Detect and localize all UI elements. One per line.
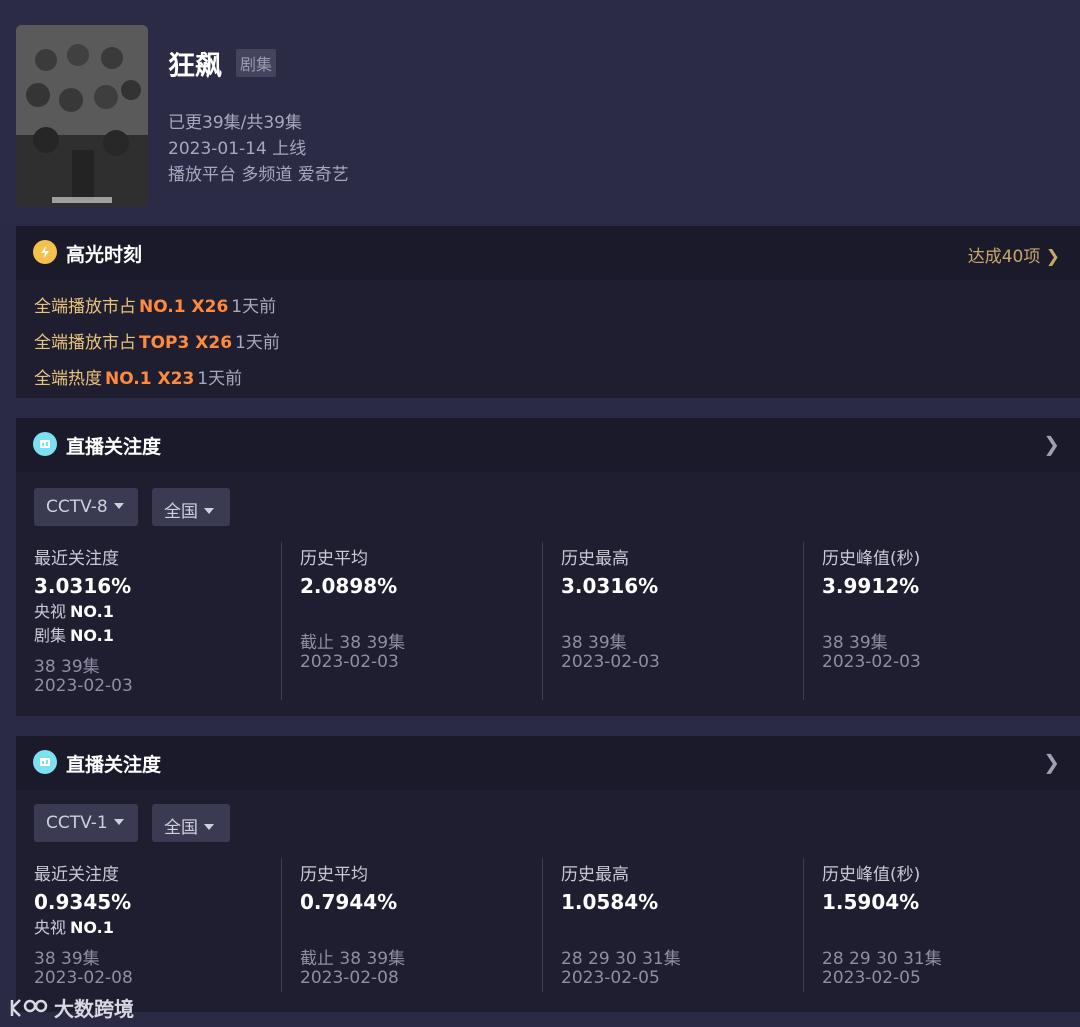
region-dropdown[interactable]: 全国 [152,804,230,842]
stat-episode: 28 29 30 31集 [561,949,681,969]
stat-label: 最近关注度 [34,549,119,569]
rank-cctv: 央视 NO.1 [34,602,114,621]
chevron-right-icon[interactable]: ❯ [1043,750,1060,774]
stat-date: 2023-02-05 [822,968,921,988]
live-attention-panel-1: 直播关注度 ❯ CCTV-8 全国 最近关注度 3.0316% 央视 NO.1 剧… [16,418,1080,716]
show-title: 狂飙 [168,51,222,82]
stat-episode: 38 39集 [34,657,100,677]
chevron-right-icon[interactable]: ❯ [1043,432,1060,456]
stat-label: 历史最高 [561,865,629,885]
platforms: 播放平台 多频道 爱奇艺 [168,165,349,185]
stat-value: 3.0316% [34,574,132,598]
highlights-header: 高光时刻 达成40项 ❯ [16,226,1080,280]
live-attention-title: 直播关注度 [66,754,162,776]
highlight-item: 全端热度 NO.1 X23 1天前 [34,369,243,389]
tv-icon [33,432,57,456]
caret-down-icon [204,824,214,830]
channel-dropdown[interactable]: CCTV-1 [34,804,138,842]
highlight-item: 全端播放市占 TOP3 X26 1天前 [34,333,280,353]
stat-label: 历史平均 [300,865,368,885]
highlights-title: 高光时刻 [66,244,143,266]
history-highest-stat: 历史最高 1.0584% 28 29 30 31集 2023-02-05 [542,858,803,992]
watermark-logo-icon [10,998,48,1017]
highlight-item: 全端播放市占 NO.1 X26 1天前 [34,297,277,317]
history-average-stat: 历史平均 0.7944% 截止 38 39集 2023-02-08 [281,858,542,992]
stat-value: 0.7944% [300,890,398,914]
history-peak-stat: 历史峰值(秒) 1.5904% 28 29 30 31集 2023-02-05 [803,858,1064,992]
region-dropdown[interactable]: 全国 [152,488,230,526]
live-attention-panel-2: 直播关注度 ❯ CCTV-1 全国 最近关注度 0.9345% 央视 NO.1 3… [16,736,1080,1012]
stat-label: 历史平均 [300,549,368,569]
episode-count: 已更39集/共39集 [168,113,302,133]
caret-down-icon [113,503,124,509]
channel-dropdown[interactable]: CCTV-8 [34,488,138,526]
rank-drama: 剧集 NO.1 [34,626,114,645]
live-attention-header: 直播关注度 ❯ [16,736,1080,790]
stat-value: 3.9912% [822,574,920,598]
stat-label: 历史最高 [561,549,629,569]
watermark: 大数跨境 [8,993,134,1022]
live-attention-title: 直播关注度 [66,436,162,458]
stat-value: 1.5904% [822,890,920,914]
history-average-stat: 历史平均 2.0898% 截止 38 39集 2023-02-03 [281,542,542,700]
stat-date: 2023-02-03 [300,652,399,672]
stat-episode: 38 39集 [34,949,100,969]
stat-value: 0.9345% [34,890,132,914]
watermark-text: 大数跨境 [54,997,134,1021]
live-attention-header: 直播关注度 ❯ [16,418,1080,472]
tv-icon [33,750,57,774]
stat-date: 2023-02-05 [561,968,660,988]
stat-date: 2023-02-08 [34,968,133,988]
highlights-panel: 高光时刻 达成40项 ❯ 全端播放市占 NO.1 X26 1天前 全端播放市占 TOP… [16,226,1080,398]
stat-value: 3.0316% [561,574,659,598]
stat-date: 2023-02-08 [300,968,399,988]
caret-down-icon [113,819,124,825]
rank-cctv: 央视 NO.1 [34,918,114,937]
recent-attention-stat: 最近关注度 3.0316% 央视 NO.1 剧集 NO.1 38 39集 2023-… [16,542,277,700]
stat-date: 2023-02-03 [561,652,660,672]
stat-date: 2023-02-03 [822,652,921,672]
lightning-icon [33,240,57,264]
caret-down-icon [204,508,214,514]
history-peak-stat: 历史峰值(秒) 3.9912% 38 39集 2023-02-03 [803,542,1064,700]
show-type-tag: 剧集 [236,49,277,77]
history-highest-stat: 历史最高 3.0316% 38 39集 2023-02-03 [542,542,803,700]
poster-image [16,25,148,207]
release-date: 2023-01-14 上线 [168,139,307,159]
stat-label: 历史峰值(秒) [822,549,921,569]
stat-episode: 截止 38 39集 [300,633,406,653]
stat-date: 2023-02-03 [34,676,133,696]
stat-value: 1.0584% [561,890,659,914]
stat-episode: 38 39集 [822,633,888,653]
show-header: 狂飙 剧集 已更39集/共39集 2023-01-14 上线 播放平台 多频道 … [0,0,1080,222]
stat-value: 2.0898% [300,574,398,598]
stat-episode: 28 29 30 31集 [822,949,942,969]
stat-episode: 38 39集 [561,633,627,653]
stat-label: 最近关注度 [34,865,119,885]
stat-episode: 截止 38 39集 [300,949,406,969]
stat-label: 历史峰值(秒) [822,865,921,885]
highlights-more-link[interactable]: 达成40项 ❯ [968,242,1060,267]
show-poster[interactable] [16,25,148,207]
